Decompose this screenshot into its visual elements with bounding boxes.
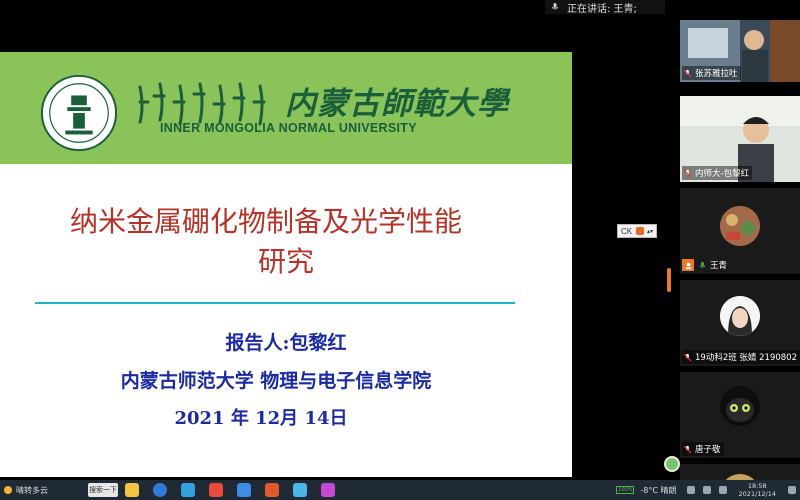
- system-tray: 100% -8°C 晴朗 18:58 2021/12/14: [616, 480, 800, 500]
- participant-label: 张苏雅拉吐: [682, 66, 741, 80]
- panel-resize-handle[interactable]: [667, 268, 671, 292]
- slide-title-line-2: 研究: [257, 245, 314, 278]
- slide-title-line-1: 纳米金属硼化物制备及光学性能: [69, 205, 462, 238]
- participant-avatar: [720, 206, 760, 246]
- temperature-label[interactable]: -8°C 晴朗: [640, 485, 676, 496]
- participant-label: 内师大-包黎红: [682, 166, 753, 180]
- participant-tile[interactable]: 张苏雅拉吐: [680, 20, 800, 82]
- participant-name: 张苏雅拉吐: [695, 69, 738, 79]
- participant-panel: 张苏雅拉吐 内师大-包黎红 王青 19动科2班 张婧 2190802 唐子敬: [680, 20, 800, 500]
- reporter-name: 报告人:包黎红: [225, 332, 347, 354]
- windows-taskbar: 晴转多云 搜索一下 100% -8°C 晴朗 18:58 2021/12/14: [0, 480, 800, 500]
- participant-tile[interactable]: 王青: [680, 188, 800, 274]
- university-logo: [40, 74, 118, 152]
- powerpoint-icon[interactable]: [265, 483, 279, 497]
- volume-icon[interactable]: [702, 486, 711, 494]
- weather-widget[interactable]: 晴转多云: [4, 482, 48, 498]
- participant-name: 唐子敬: [695, 445, 721, 455]
- browser-alt-icon[interactable]: [181, 483, 195, 497]
- file-explorer-icon[interactable]: [125, 483, 139, 497]
- participant-name: 王青: [710, 261, 728, 271]
- app-icon[interactable]: [293, 483, 307, 497]
- subtitle-icon[interactable]: [635, 227, 644, 235]
- university-name-chinese: 内蒙古師範大學: [285, 86, 509, 122]
- mic-muted-icon: [682, 68, 692, 78]
- search-button[interactable]: 搜索一下: [88, 483, 118, 497]
- presentation-slide: 内蒙古師範大學 INNER MONGOLIA NORMAL UNIVERSITY…: [0, 52, 572, 477]
- participant-label: 王青: [682, 258, 730, 272]
- mic-muted-icon: [682, 168, 692, 178]
- weather-label: 晴转多云: [16, 485, 48, 495]
- mic-muted-icon: [682, 352, 692, 362]
- microphone-active-icon: [697, 260, 707, 270]
- slide-banner: 内蒙古師範大學 INNER MONGOLIA NORMAL UNIVERSITY: [0, 52, 572, 164]
- participant-label: 19动科2班 张婧 2190802: [682, 350, 800, 364]
- wps-icon[interactable]: [209, 483, 223, 497]
- clock-time: 18:58: [747, 482, 767, 490]
- sun-icon: [4, 486, 12, 494]
- speaking-label: 正在讲话: 王青;: [567, 3, 637, 15]
- notification-icon[interactable]: [788, 486, 796, 494]
- presentation-date: 2021 年 12月 14日: [174, 408, 348, 429]
- university-name-english: INNER MONGOLIA NORMAL UNIVERSITY: [160, 121, 417, 135]
- zoom-label: CK: [621, 226, 633, 236]
- system-clock[interactable]: 18:58 2021/12/14: [739, 482, 776, 498]
- speaking-indicator: 正在讲话: 王青;: [545, 0, 665, 15]
- participant-label: 唐子敬: [682, 442, 724, 456]
- chat-bubble-icon[interactable]: [664, 456, 680, 472]
- microphone-icon: [549, 1, 561, 13]
- participant-avatar: [720, 296, 760, 336]
- participant-avatar: [720, 386, 760, 426]
- participant-tile[interactable]: 唐子敬: [680, 372, 800, 458]
- mic-muted-icon: [682, 444, 692, 454]
- zoom-control[interactable]: CK ▴▾: [617, 224, 657, 238]
- tencent-meeting-icon[interactable]: [237, 483, 251, 497]
- network-icon[interactable]: [686, 486, 695, 494]
- host-badge-icon: [682, 259, 694, 271]
- participant-tile[interactable]: 19动科2班 张婧 2190802: [680, 280, 800, 366]
- participant-tile[interactable]: 内师大-包黎红: [680, 96, 800, 182]
- app-icon[interactable]: [321, 483, 335, 497]
- participant-name: 19动科2班 张婧 2190802: [695, 353, 797, 363]
- title-divider: [35, 302, 515, 304]
- slide-title: 纳米金属硼化物制备及光学性能 研究: [0, 202, 572, 282]
- clock-date: 2021/12/14: [738, 490, 776, 498]
- browser-icon[interactable]: [153, 483, 167, 497]
- reporter-affiliation: 内蒙古师范大学 物理与电子信息学院: [120, 370, 432, 392]
- participant-name: 内师大-包黎红: [695, 169, 750, 179]
- battery-indicator[interactable]: 100%: [616, 486, 635, 494]
- input-method-icon[interactable]: [718, 486, 727, 494]
- stepper-arrows-icon[interactable]: ▴▾: [647, 228, 653, 235]
